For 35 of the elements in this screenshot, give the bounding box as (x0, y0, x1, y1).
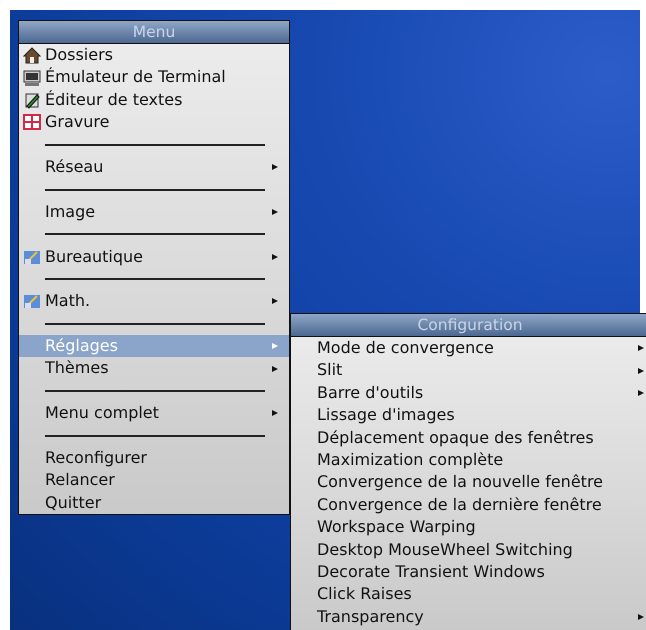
menu-title: Menu (19, 21, 289, 44)
menu-item[interactable]: Desktop MouseWheel Switching (291, 538, 646, 561)
submenu-arrow-icon (272, 298, 278, 304)
menu-item[interactable]: Slit (291, 359, 646, 382)
menu-item[interactable]: Workspace Warping (291, 516, 646, 539)
menu-item[interactable]: Transparency (291, 606, 646, 628)
menu-item[interactable]: Dossiers (19, 44, 289, 66)
menu-item[interactable]: Mode de convergence (291, 337, 646, 360)
submenu-arrow-icon (272, 164, 278, 170)
menu-item[interactable]: Convergence de la dernière fenêtre (291, 494, 646, 516)
menu-item[interactable]: Éditeur de textes (19, 88, 289, 112)
menu-item[interactable]: Menu complet (19, 402, 289, 425)
menu-item[interactable]: Quitter (19, 492, 289, 514)
menu-item[interactable]: Math. (19, 290, 289, 313)
menu-item[interactable]: Gravure (19, 111, 289, 134)
menu-item[interactable]: Reconfigurer (19, 447, 289, 470)
menu-item[interactable]: Thèmes (19, 357, 289, 380)
menu-item[interactable]: Image (19, 200, 289, 224)
submenu-arrow-icon (272, 343, 278, 350)
submenu-arrow-icon (272, 208, 278, 215)
menu-item[interactable]: Click Raises (291, 583, 646, 606)
menu-item[interactable]: Decorate Transient Windows (291, 560, 646, 584)
menu-item[interactable]: Bureautique (19, 246, 289, 268)
menu-item[interactable]: Déplacement opaque des fenêtres (291, 426, 646, 449)
menu-item[interactable]: Maximization complète (291, 448, 646, 472)
submenu-arrow-icon (272, 366, 278, 372)
submenu-arrow-icon (272, 410, 278, 416)
menu-item[interactable]: Réseau (19, 156, 289, 178)
submenu-arrow-icon (272, 254, 278, 260)
menu-item[interactable]: Émulateur de Terminal (19, 66, 289, 89)
menu-item[interactable]: Barre d'outils (291, 382, 646, 404)
menu-title: Configuration (291, 314, 646, 337)
menu-item[interactable]: Convergence de la nouvelle fenêtre (291, 471, 646, 494)
menu-item[interactable]: Relancer (19, 469, 289, 492)
menu-item[interactable]: Lissage d'images (291, 404, 646, 427)
